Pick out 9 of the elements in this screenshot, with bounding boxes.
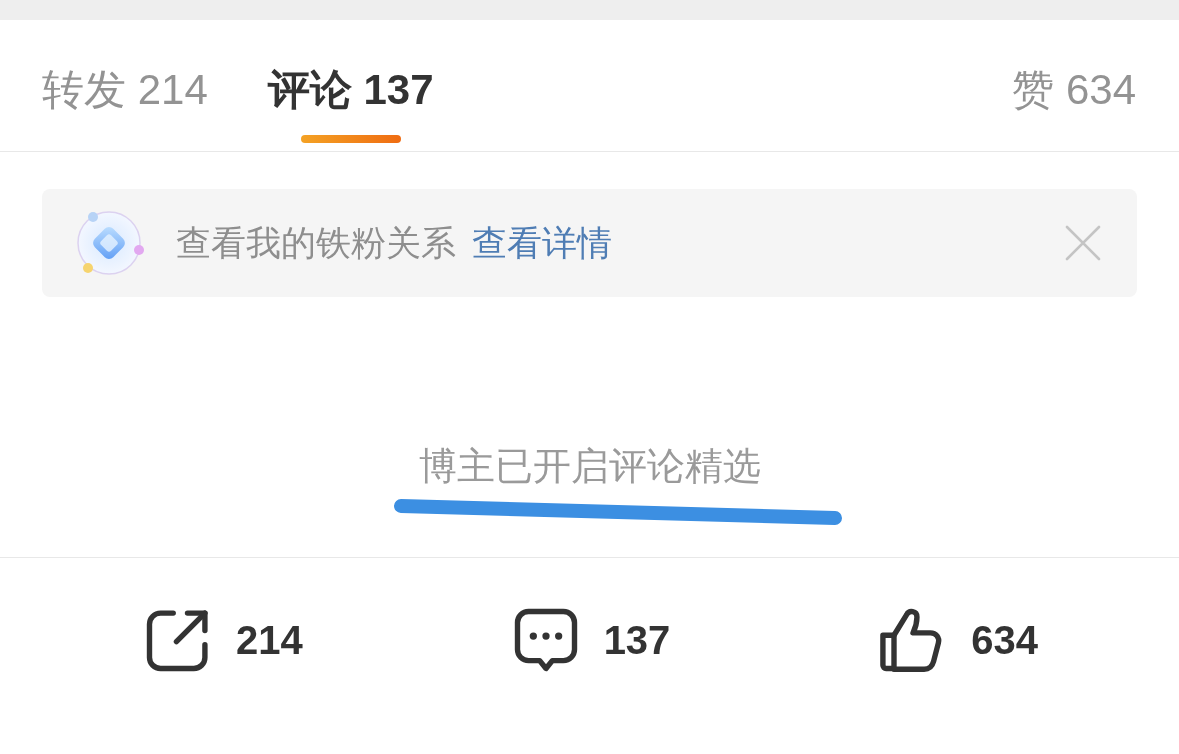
close-icon — [1065, 225, 1101, 261]
notice-text: 博主已开启评论精选 — [418, 444, 761, 489]
comment-button[interactable]: 137 — [507, 602, 671, 678]
close-button[interactable] — [1065, 225, 1101, 261]
details-link[interactable]: 查看详情 — [472, 219, 612, 267]
banner-text: 查看我的铁粉关系 — [176, 221, 456, 264]
share-button[interactable]: 214 — [140, 602, 303, 678]
tab[interactable]: 评论 137 — [267, 20, 434, 143]
like-button[interactable]: 634 — [875, 602, 1038, 678]
